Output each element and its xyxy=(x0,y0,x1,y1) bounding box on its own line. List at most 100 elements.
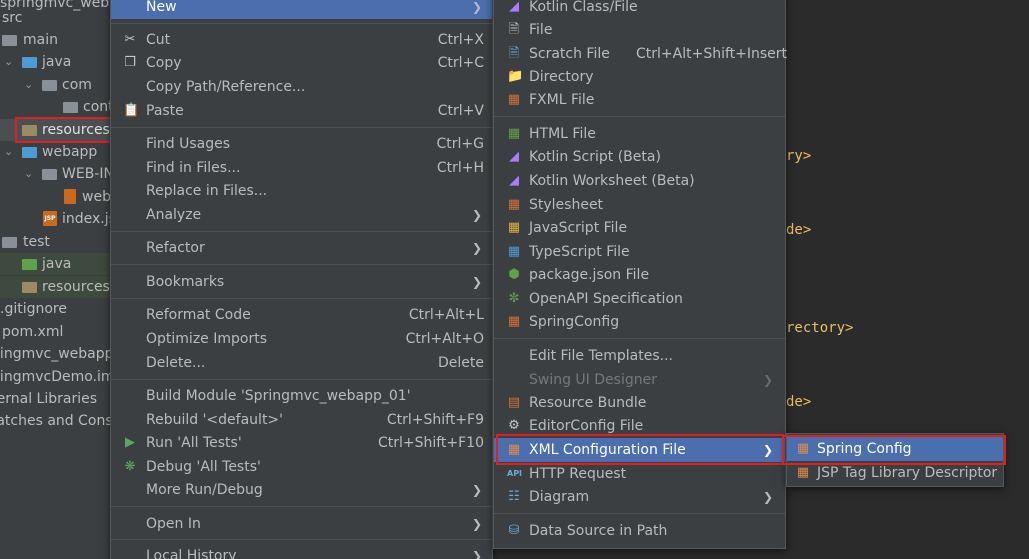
menu-item-label: Rebuild '<default>' xyxy=(146,412,284,428)
menu-item-find-usages[interactable]: Find Usages Ctrl+G xyxy=(111,132,492,156)
xml-file-icon: ▦ xyxy=(507,442,521,457)
tree-item-test-resources[interactable]: resources xyxy=(0,276,110,298)
scissors-icon: ✂ xyxy=(124,32,136,47)
scratch-file-icon: 🗎 xyxy=(508,46,520,61)
menu-item-rebuild[interactable]: Rebuild '<default>' Ctrl+Shift+F9 xyxy=(111,408,492,432)
menu-item-package-json[interactable]: ⬢ package.json File xyxy=(494,263,785,287)
menu-item-openapi[interactable]: ✼ OpenAPI Specification xyxy=(494,287,785,311)
tree-item-pom-xml[interactable]: pom.xml xyxy=(0,321,110,343)
menu-item-bookmarks[interactable]: Bookmarks ❯ xyxy=(111,270,492,294)
menu-item-replace-in-files[interactable]: Replace in Files... xyxy=(111,179,492,203)
menu-item-label: Kotlin Worksheet (Beta) xyxy=(529,173,695,189)
tree-item-test[interactable]: test xyxy=(0,231,110,253)
tree-item-web-xml[interactable]: web.xml xyxy=(0,186,110,208)
menu-item-build-module[interactable]: Build Module 'Springmvc_webapp_01' xyxy=(111,384,492,408)
tree-item-test-java[interactable]: java xyxy=(0,253,110,275)
menu-item-local-history[interactable]: Local History ❯ xyxy=(111,544,492,559)
menu-item-html-file[interactable]: ▦ HTML File xyxy=(494,122,785,146)
tree-item-label: .gitignore xyxy=(0,301,67,317)
tree-item-scratches[interactable]: Scratches and Consoles xyxy=(0,410,110,432)
menu-item-open-in[interactable]: Open In ❯ xyxy=(111,512,492,536)
menu-item-typescript-file[interactable]: ▦ TypeScript File xyxy=(494,240,785,264)
menu-item-diagram[interactable]: ☷ Diagram ❯ xyxy=(494,485,785,509)
paste-icon: 📋 xyxy=(123,103,140,118)
menu-item-shortcut: Ctrl+X xyxy=(437,32,484,48)
menu-separator xyxy=(494,116,785,117)
menu-item-debug-all-tests[interactable]: ❋ Debug 'All Tests' xyxy=(111,455,492,479)
menu-item-reformat-code[interactable]: Reformat Code Ctrl+Alt+L xyxy=(111,303,492,327)
tree-item-label: Scratches and Consoles xyxy=(0,413,110,429)
tree-item-label: com xyxy=(62,77,92,93)
tree-item-iml[interactable]: springmvc_webapp_01.iml xyxy=(0,343,110,365)
menu-item-copy[interactable]: ❐ Copy Ctrl+C xyxy=(111,51,492,75)
menu-item-stylesheet[interactable]: ▦ Stylesheet xyxy=(494,193,785,217)
menu-item-kotlin-class[interactable]: ◢ Kotlin Class/File xyxy=(494,0,785,19)
menu-item-shortcut: Ctrl+G xyxy=(436,136,485,152)
menu-item-edit-file-templates[interactable]: Edit File Templates... xyxy=(494,344,785,368)
menu-item-jsp-tag-library-descriptor[interactable]: ▦ JSP Tag Library Descriptor xyxy=(787,461,1003,485)
menu-item-data-source-in-path[interactable]: ⛁ Data Source in Path xyxy=(494,519,785,543)
menu-item-shortcut: Ctrl+V xyxy=(437,103,484,119)
tree-item-main[interactable]: main xyxy=(0,29,110,51)
menu-item-label: TypeScript File xyxy=(529,244,630,260)
menu-item-label: Build Module 'Springmvc_webapp_01' xyxy=(146,388,411,404)
menu-item-label: Stylesheet xyxy=(529,197,604,213)
menu-item-http-request[interactable]: API HTTP Request xyxy=(494,462,785,486)
menu-item-analyze[interactable]: Analyze ❯ xyxy=(111,203,492,227)
tree-item-webapp[interactable]: ⌄ webapp xyxy=(0,141,110,163)
tree-item-src[interactable]: src xyxy=(0,7,110,29)
tree-item-index-jsp[interactable]: JSP index.jsp xyxy=(0,208,110,230)
menu-item-paste[interactable]: 📋 Paste Ctrl+V xyxy=(111,99,492,123)
menu-item-spring-config[interactable]: ▦ Spring Config xyxy=(787,437,1003,461)
menu-item-refactor[interactable]: Refactor ❯ xyxy=(111,236,492,260)
run-icon: ▶ xyxy=(125,435,135,450)
menu-item-fxml-file[interactable]: ▦ FXML File xyxy=(494,88,785,112)
menu-item-xml-configuration-file[interactable]: ▦ XML Configuration File ❯ xyxy=(494,438,785,462)
chevron-down-icon[interactable]: ⌄ xyxy=(4,141,13,163)
chevron-down-icon[interactable]: ⌄ xyxy=(4,51,13,73)
menu-item-kotlin-worksheet[interactable]: ◢ Kotlin Worksheet (Beta) xyxy=(494,169,785,193)
menu-item-shortcut: Ctrl+Shift+F9 xyxy=(386,412,484,428)
menu-item-file[interactable]: 🗎 File xyxy=(494,18,785,42)
tree-item-com[interactable]: ⌄ com xyxy=(0,74,110,96)
menu-item-run-all-tests[interactable]: ▶ Run 'All Tests' Ctrl+Shift+F10 xyxy=(111,431,492,455)
chevron-down-icon[interactable]: ⌄ xyxy=(24,74,33,96)
menu-item-find-in-files[interactable]: Find in Files... Ctrl+H xyxy=(111,156,492,180)
tree-item-java[interactable]: ⌄ java xyxy=(0,51,110,73)
menu-item-editorconfig-file[interactable]: ⚙ EditorConfig File xyxy=(494,414,785,438)
menu-item-springconfig[interactable]: ▦ SpringConfig xyxy=(494,310,785,334)
menu-item-cut[interactable]: ✂ Cut Ctrl+X xyxy=(111,28,492,52)
menu-separator xyxy=(111,379,492,380)
tree-item-resources[interactable]: resources xyxy=(0,119,110,141)
menu-item-copy-path[interactable]: Copy Path/Reference... xyxy=(111,75,492,99)
tree-item-demo-iml[interactable]: springmvcDemo.iml xyxy=(0,366,110,388)
api-icon: API xyxy=(507,469,523,478)
menu-item-label: FXML File xyxy=(529,92,595,108)
menu-item-optimize-imports[interactable]: Optimize Imports Ctrl+Alt+O xyxy=(111,327,492,351)
test-resources-folder-icon xyxy=(22,282,37,293)
tree-item-label: webapp xyxy=(42,144,98,160)
chevron-right-icon: ❯ xyxy=(762,373,773,387)
menu-item-delete[interactable]: Delete... Delete xyxy=(111,351,492,375)
menu-item-shortcut: Ctrl+C xyxy=(437,55,484,71)
menu-separator xyxy=(111,264,492,265)
chevron-down-icon[interactable]: ⌄ xyxy=(24,163,33,185)
menu-item-directory[interactable]: 📁 Directory xyxy=(494,65,785,89)
menu-item-new[interactable]: New ❯ xyxy=(111,0,492,19)
menu-item-shortcut: Ctrl+Alt+O xyxy=(405,331,484,347)
tree-item-web-inf[interactable]: ⌄ WEB-INF xyxy=(0,163,110,185)
menu-item-label: XML Configuration File xyxy=(529,442,686,458)
diagram-icon: ☷ xyxy=(508,489,520,504)
tree-item-external-libraries[interactable]: External Libraries xyxy=(0,388,110,410)
menu-item-more-run-debug[interactable]: More Run/Debug ❯ xyxy=(111,478,492,502)
menu-item-resource-bundle[interactable]: ▤ Resource Bundle xyxy=(494,391,785,415)
menu-item-javascript-file[interactable]: ▦ JavaScript File xyxy=(494,216,785,240)
tree-item-gitignore[interactable]: .gitignore xyxy=(0,298,110,320)
source-folder-icon xyxy=(22,57,37,68)
folder-icon: 📁 xyxy=(507,69,524,84)
tree-item-label: pom.xml xyxy=(2,324,64,340)
menu-item-kotlin-script[interactable]: ◢ Kotlin Script (Beta) xyxy=(494,145,785,169)
tree-item-controller[interactable]: controller xyxy=(0,96,110,118)
menu-item-scratch-file[interactable]: 🗎 Scratch File Ctrl+Alt+Shift+Insert xyxy=(494,42,787,66)
menu-item-label: Open In xyxy=(146,516,201,532)
